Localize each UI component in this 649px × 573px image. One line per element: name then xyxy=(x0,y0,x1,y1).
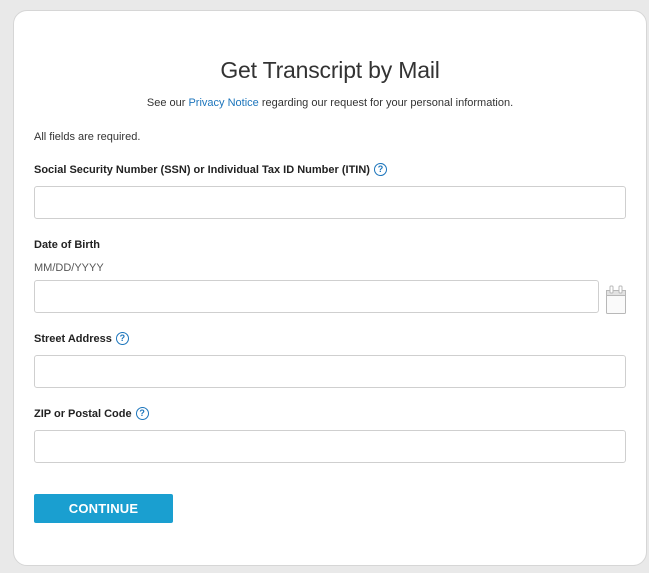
ssn-label: Social Security Number (SSN) or Individu… xyxy=(34,163,370,176)
calendar-icon[interactable] xyxy=(605,281,627,315)
dob-format-hint: MM/DD/YYYY xyxy=(34,262,104,274)
page-title: Get Transcript by Mail xyxy=(220,57,440,83)
ssn-input[interactable] xyxy=(34,186,626,219)
street-label-row: Street Address ? xyxy=(34,332,129,345)
privacy-statement: See our Privacy Notice regarding our req… xyxy=(14,97,646,109)
privacy-statement-prefix: See our xyxy=(146,97,189,109)
street-address-label: Street Address xyxy=(34,332,112,345)
privacy-statement-suffix: regarding our request for your personal … xyxy=(258,97,514,109)
dob-label-row: Date of Birth xyxy=(34,239,100,251)
zip-code-input[interactable] xyxy=(34,430,626,463)
question-circle-icon[interactable]: ? xyxy=(373,163,387,176)
required-fields-note: All fields are required. xyxy=(34,131,141,143)
question-circle-icon[interactable]: ? xyxy=(115,332,129,345)
question-circle-icon[interactable]: ? xyxy=(135,407,149,420)
zip-code-label: ZIP or Postal Code xyxy=(34,407,132,420)
ssn-label-row: Social Security Number (SSN) or Individu… xyxy=(34,163,387,176)
privacy-notice-link[interactable]: Privacy Notice xyxy=(188,97,258,109)
continue-button[interactable]: CONTINUE xyxy=(34,494,173,523)
zip-label-row: ZIP or Postal Code ? xyxy=(34,407,149,420)
form-card: Get Transcript by Mail See our Privacy N… xyxy=(13,10,647,566)
dob-input[interactable] xyxy=(34,280,599,313)
street-address-input[interactable] xyxy=(34,355,626,388)
dob-label: Date of Birth xyxy=(34,239,100,251)
